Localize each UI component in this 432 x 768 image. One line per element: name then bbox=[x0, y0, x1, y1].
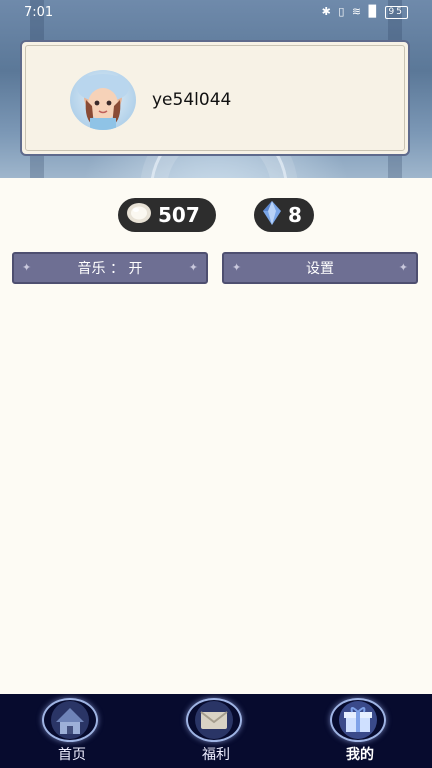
status-indicator-icons: ✱ ▯ ≋ ▉ bbox=[321, 5, 380, 18]
settings-label: 设置 bbox=[306, 261, 334, 277]
pearl-coin-icon bbox=[126, 202, 152, 229]
gem-count: 8 bbox=[288, 203, 302, 227]
house-icon bbox=[42, 698, 98, 742]
nav-item-mine[interactable]: 我的 bbox=[300, 694, 420, 768]
coin-count: 507 bbox=[158, 203, 200, 227]
username: ye54l044 bbox=[152, 90, 232, 110]
gem-balance: 8 bbox=[254, 198, 314, 232]
crystal-gem-icon bbox=[262, 200, 282, 231]
avatar[interactable] bbox=[70, 70, 136, 130]
sparkle-icon: ✦ bbox=[232, 261, 242, 274]
gift-envelope-icon bbox=[186, 698, 242, 742]
battery-icon: 95 bbox=[384, 5, 408, 19]
music-toggle-button[interactable]: ✦ 音乐 ： 开 ✦ bbox=[12, 252, 208, 284]
gift-box-icon bbox=[330, 698, 386, 742]
nav-label-welfare: 福利 bbox=[202, 747, 230, 763]
status-icons: ✱ ▯ ≋ ▉ 95 bbox=[322, 5, 408, 19]
sparkle-icon: ✦ bbox=[22, 261, 32, 274]
nav-item-home[interactable]: 首页 bbox=[12, 694, 132, 768]
status-time: 7:01 bbox=[24, 5, 54, 20]
sparkle-icon: ✦ bbox=[398, 261, 408, 274]
nav-label-mine: 我的 bbox=[346, 747, 374, 763]
music-toggle-label: 音乐 ： 开 bbox=[77, 261, 143, 277]
settings-button[interactable]: ✦ 设置 ✦ bbox=[222, 252, 418, 284]
nav-item-welfare[interactable]: 福利 bbox=[156, 694, 276, 768]
status-bar: 7:01 ✱ ▯ ≋ ▉ 95 bbox=[0, 0, 432, 26]
bottom-nav: 首页 福利 我的 bbox=[0, 694, 432, 768]
coin-balance: 507 bbox=[118, 198, 216, 232]
profile-card: ye54l044 bbox=[20, 40, 410, 156]
nav-label-home: 首页 bbox=[58, 747, 86, 763]
sparkle-icon: ✦ bbox=[188, 261, 198, 274]
